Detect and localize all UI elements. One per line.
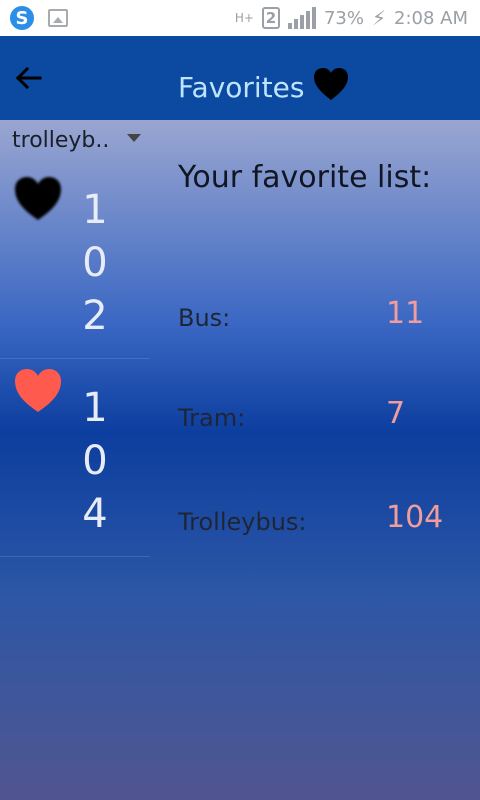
- transport-type-dropdown[interactable]: trolleyb..: [0, 120, 150, 160]
- app-bar: Favorites: [0, 36, 480, 120]
- heart-icon[interactable]: [312, 66, 350, 102]
- heart-icon[interactable]: [12, 366, 64, 414]
- favorite-item[interactable]: 1 0 2: [0, 160, 150, 359]
- battery-percentage: 73%: [323, 7, 364, 29]
- back-button[interactable]: [10, 60, 46, 96]
- signal-icon: [287, 7, 316, 29]
- route-number: 1 0 4: [82, 385, 108, 537]
- heart-icon[interactable]: [12, 174, 64, 222]
- content-area: trolleyb.. 1 0 2 1 0 4 Your favorite lis…: [0, 120, 480, 800]
- favorite-list-title: Your favorite list:: [178, 160, 432, 195]
- favorite-item[interactable]: 1 0 4: [0, 358, 150, 557]
- page-title: Favorites: [178, 71, 305, 104]
- battery-charging-icon: ⚡: [371, 6, 386, 30]
- bus-label: Bus:: [178, 304, 231, 332]
- chevron-down-icon: [127, 134, 141, 142]
- arrow-left-icon: [15, 66, 42, 90]
- route-number: 1 0 2: [82, 187, 108, 339]
- dropdown-selected-value: trolleyb..: [12, 128, 110, 153]
- image-notification-icon: [48, 9, 68, 27]
- status-bar-left: S: [10, 4, 68, 32]
- tram-count: 7: [386, 396, 406, 431]
- sim-icon: 2: [261, 7, 280, 29]
- clock: 2:08 AM: [394, 7, 468, 29]
- status-bar: S H+ 2 73% ⚡ 2:08 AM: [0, 0, 480, 36]
- trolleybus-count: 104: [386, 500, 444, 535]
- status-bar-right: H+ 2 73% ⚡ 2:08 AM: [235, 4, 468, 32]
- bus-count: 11: [386, 296, 425, 331]
- network-type-icon: H+: [234, 11, 254, 25]
- trolleybus-label: Trolleybus:: [178, 508, 307, 536]
- app-notification-icon: S: [10, 6, 34, 30]
- tram-label: Tram:: [178, 404, 246, 432]
